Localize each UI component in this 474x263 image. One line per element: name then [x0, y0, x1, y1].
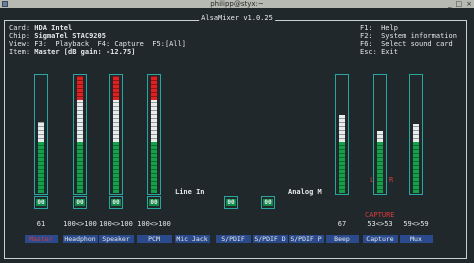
- level-red-segment: [77, 76, 83, 100]
- mute-toggle-2[interactable]: 00: [109, 196, 123, 209]
- window-controls: _ □ ×: [448, 0, 472, 8]
- channel-label-capture[interactable]: Capture: [362, 235, 398, 243]
- help-f1[interactable]: F1: Help: [360, 24, 398, 32]
- volume-slider-beep[interactable]: [335, 74, 349, 195]
- channel-label-master[interactable]: Master: [24, 235, 58, 243]
- level-green-segment: [151, 142, 157, 193]
- level-green-segment: [339, 142, 345, 193]
- capture-flag: CAPTURE: [365, 211, 395, 219]
- help-esc[interactable]: Esc: Exit: [360, 48, 398, 56]
- channel-value: 100<>100: [137, 220, 171, 228]
- level-green-segment: [77, 142, 83, 193]
- window-title: philipp@styx:~: [210, 0, 264, 8]
- view-line: View: F3: Playback F4: Capture F5:[All]: [9, 40, 186, 48]
- level-white-segment: [77, 100, 83, 142]
- channel-value: 53<>53: [367, 220, 393, 228]
- channel-value: 100<>100: [63, 220, 97, 228]
- channel-label-s-pdif-p[interactable]: S/PDIF P: [288, 235, 324, 243]
- volume-slider-mux[interactable]: [409, 74, 423, 195]
- level-white-segment: [377, 131, 383, 142]
- level-white-segment: [413, 124, 419, 142]
- volume-slider-pcm[interactable]: [147, 74, 161, 195]
- help-f6[interactable]: F6: Select sound card: [360, 40, 453, 48]
- channel-label-s-pdif[interactable]: S/PDIF: [215, 235, 251, 243]
- chip-line: Chip: SigmaTel STAC9205: [9, 32, 106, 40]
- minimize-button[interactable]: _: [448, 0, 452, 8]
- channel-label-s-pdif-d[interactable]: S/PDIF D: [252, 235, 288, 243]
- chip-value: SigmaTel STAC9205: [34, 32, 106, 40]
- channel-label-mic-jack[interactable]: Mic Jack: [174, 235, 210, 243]
- card-line: Card: HDA Intel: [9, 24, 72, 32]
- volume-slider-speaker[interactable]: [109, 74, 123, 195]
- channel-label-pcm[interactable]: PCM: [136, 235, 172, 243]
- mute-toggle-analog-m[interactable]: 00: [261, 196, 275, 209]
- item-value: Master [dB gain: -12.75]: [34, 48, 136, 56]
- level-green-segment: [113, 142, 119, 193]
- terminal-area[interactable]: AlsaMixer v1.0.25 Card: HDA Intel Chip: …: [0, 8, 474, 263]
- chip-key: Chip:: [9, 32, 31, 40]
- channel-value: 59<>59: [403, 220, 429, 228]
- close-button[interactable]: ×: [466, 0, 472, 8]
- line-in-label: Line In: [175, 188, 205, 196]
- maximize-button[interactable]: □: [456, 0, 463, 8]
- channel-value: 67: [337, 220, 347, 228]
- channel-value: 100<>100: [99, 220, 133, 228]
- channel-label-mux[interactable]: Mux: [399, 235, 433, 243]
- card-key: Card:: [9, 24, 31, 32]
- item-key: Item:: [9, 48, 31, 56]
- app-title: AlsaMixer v1.0.25: [199, 14, 275, 22]
- mute-toggle-0[interactable]: 00: [34, 196, 48, 209]
- level-white-segment: [151, 100, 157, 142]
- view-value[interactable]: F3: Playback F4: Capture F5:[All]: [34, 40, 186, 48]
- volume-slider-headphon[interactable]: [73, 74, 87, 195]
- mute-toggle-line-in[interactable]: 00: [224, 196, 238, 209]
- level-green-segment: [38, 142, 44, 193]
- help-f2[interactable]: F2: System information: [360, 32, 457, 40]
- level-red-segment: [113, 76, 119, 100]
- view-key: View:: [9, 40, 31, 48]
- level-green-segment: [413, 142, 419, 193]
- channel-label-speaker[interactable]: Speaker: [98, 235, 134, 243]
- channel-value: 61: [36, 220, 46, 228]
- window-titlebar[interactable]: philipp@styx:~ _ □ ×: [0, 0, 474, 8]
- capture-flag-r: R: [389, 176, 394, 184]
- mute-toggle-1[interactable]: 00: [73, 196, 87, 209]
- level-white-segment: [113, 100, 119, 142]
- analog-m-label: Analog M: [288, 188, 322, 196]
- volume-slider-master[interactable]: [34, 74, 48, 195]
- level-green-segment: [377, 142, 383, 193]
- level-white-segment: [339, 115, 345, 142]
- mute-toggle-3[interactable]: 00: [147, 196, 161, 209]
- card-value: HDA Intel: [34, 24, 73, 32]
- level-red-segment: [151, 76, 157, 100]
- channel-label-beep[interactable]: Beep: [325, 235, 359, 243]
- item-line: Item: Master [dB gain: -12.75]: [9, 48, 135, 56]
- level-white-segment: [38, 122, 44, 142]
- channel-label-headphon[interactable]: Headphon: [62, 235, 98, 243]
- volume-slider-capture[interactable]: [373, 74, 387, 195]
